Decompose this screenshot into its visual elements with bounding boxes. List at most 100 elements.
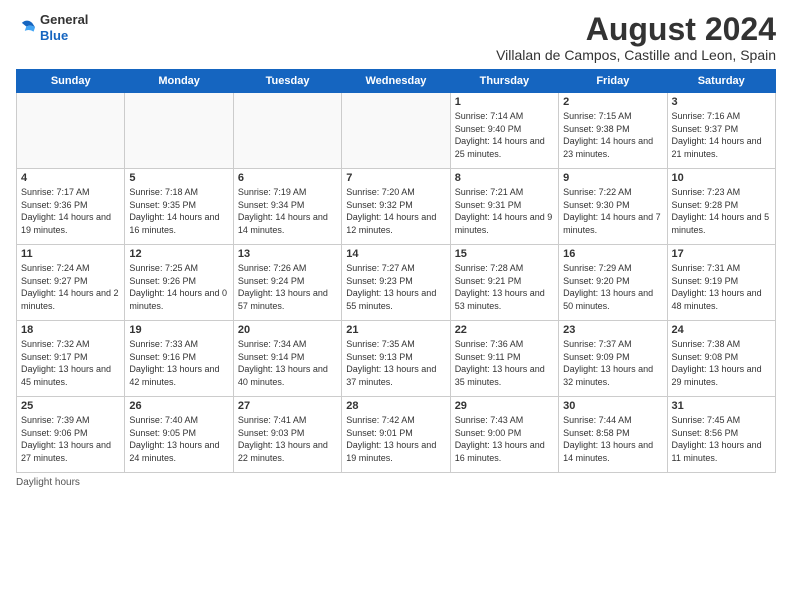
day-header-friday: Friday [559,70,667,93]
day-number: 31 [672,400,771,412]
calendar-cell: 8 Sunrise: 7:21 AM Sunset: 9:31 PM Daylig… [450,169,558,245]
page-subtitle: Villalan de Campos, Castille and Leon, S… [496,47,776,63]
calendar-cell: 16 Sunrise: 7:29 AM Sunset: 9:20 PM Dayli… [559,245,667,321]
calendar-cell: 10 Sunrise: 7:23 AM Sunset: 9:28 PM Dayli… [667,169,775,245]
day-number: 13 [238,248,337,260]
day-info: Sunrise: 7:35 AM Sunset: 9:13 PM Dayligh… [346,338,445,388]
day-info: Sunrise: 7:23 AM Sunset: 9:28 PM Dayligh… [672,186,771,236]
day-info: Sunrise: 7:26 AM Sunset: 9:24 PM Dayligh… [238,262,337,312]
calendar-cell: 23Sunrise: 7:37 AM Sunset: 9:09 PM Dayli… [559,321,667,397]
day-number: 10 [672,172,771,184]
day-number: 7 [346,172,445,184]
day-number: 11 [21,248,120,260]
day-info: Sunrise: 7:36 AM Sunset: 9:11 PM Dayligh… [455,338,554,388]
calendar-cell: 19 Sunrise: 7:33 AM Sunset: 9:16 PM Dayli… [125,321,233,397]
calendar-week-1: 4Sunrise: 7:17 AM Sunset: 9:36 PM Daylig… [17,169,776,245]
calendar-cell [125,93,233,169]
day-info: Sunrise: 7:22 AM Sunset: 9:30 PM Dayligh… [563,186,662,236]
day-info: Sunrise: 7:34 AM Sunset: 9:14 PM Dayligh… [238,338,337,388]
page-title: August 2024 [496,12,776,47]
calendar-cell: 27Sunrise: 7:41 AM Sunset: 9:03 PM Dayli… [233,397,341,473]
calendar-cell: 30 Sunrise: 7:44 AM Sunset: 8:58 PM Dayli… [559,397,667,473]
calendar-cell: 20 Sunrise: 7:34 AM Sunset: 9:14 PM Dayli… [233,321,341,397]
calendar-cell: 24 Sunrise: 7:38 AM Sunset: 9:08 PM Dayli… [667,321,775,397]
day-number: 20 [238,324,337,336]
day-number: 12 [129,248,228,260]
day-number: 19 [129,324,228,336]
day-number: 18 [21,324,120,336]
day-number: 2 [563,96,662,108]
day-header-tuesday: Tuesday [233,70,341,93]
day-number: 26 [129,400,228,412]
logo: General Blue [16,12,88,43]
day-info: Sunrise: 7:32 AM Sunset: 9:17 PM Dayligh… [21,338,120,388]
day-number: 16 [563,248,662,260]
day-number: 17 [672,248,771,260]
calendar-cell: 6Sunrise: 7:19 AM Sunset: 9:34 PM Daylig… [233,169,341,245]
calendar-cell: 2Sunrise: 7:15 AM Sunset: 9:38 PM Daylig… [559,93,667,169]
day-header-thursday: Thursday [450,70,558,93]
day-number: 23 [563,324,662,336]
calendar-cell: 12 Sunrise: 7:25 AM Sunset: 9:26 PM Dayli… [125,245,233,321]
calendar-cell: 3 Sunrise: 7:16 AM Sunset: 9:37 PM Daylig… [667,93,775,169]
day-info: Sunrise: 7:38 AM Sunset: 9:08 PM Dayligh… [672,338,771,388]
calendar-cell: 17Sunrise: 7:31 AM Sunset: 9:19 PM Dayli… [667,245,775,321]
day-number: 1 [455,96,554,108]
day-number: 14 [346,248,445,260]
day-info: Sunrise: 7:43 AM Sunset: 9:00 PM Dayligh… [455,414,554,464]
calendar-cell: 28Sunrise: 7:42 AM Sunset: 9:01 PM Dayli… [342,397,450,473]
day-info: Sunrise: 7:39 AM Sunset: 9:06 PM Dayligh… [21,414,120,464]
title-block: August 2024 Villalan de Campos, Castille… [496,12,776,63]
day-info: Sunrise: 7:25 AM Sunset: 9:26 PM Dayligh… [129,262,228,312]
day-info: Sunrise: 7:20 AM Sunset: 9:32 PM Dayligh… [346,186,445,236]
day-number: 21 [346,324,445,336]
day-number: 3 [672,96,771,108]
day-info: Sunrise: 7:17 AM Sunset: 9:36 PM Dayligh… [21,186,120,236]
day-number: 30 [563,400,662,412]
calendar-header-row: SundayMondayTuesdayWednesdayThursdayFrid… [17,70,776,93]
calendar-cell: 7 Sunrise: 7:20 AM Sunset: 9:32 PM Daylig… [342,169,450,245]
calendar-cell: 15 Sunrise: 7:28 AM Sunset: 9:21 PM Dayli… [450,245,558,321]
day-info: Sunrise: 7:29 AM Sunset: 9:20 PM Dayligh… [563,262,662,312]
day-info: Sunrise: 7:44 AM Sunset: 8:58 PM Dayligh… [563,414,662,464]
calendar-cell: 26 Sunrise: 7:40 AM Sunset: 9:05 PM Dayli… [125,397,233,473]
day-info: Sunrise: 7:21 AM Sunset: 9:31 PM Dayligh… [455,186,554,236]
calendar-table: SundayMondayTuesdayWednesdayThursdayFrid… [16,69,776,473]
day-number: 22 [455,324,554,336]
logo-text: General Blue [40,12,88,43]
day-info: Sunrise: 7:40 AM Sunset: 9:05 PM Dayligh… [129,414,228,464]
day-info: Sunrise: 7:16 AM Sunset: 9:37 PM Dayligh… [672,110,771,160]
day-info: Sunrise: 7:24 AM Sunset: 9:27 PM Dayligh… [21,262,120,312]
day-header-monday: Monday [125,70,233,93]
calendar-cell: 22 Sunrise: 7:36 AM Sunset: 9:11 PM Dayli… [450,321,558,397]
calendar-cell: 5 Sunrise: 7:18 AM Sunset: 9:35 PM Daylig… [125,169,233,245]
day-info: Sunrise: 7:18 AM Sunset: 9:35 PM Dayligh… [129,186,228,236]
calendar-cell [17,93,125,169]
day-number: 24 [672,324,771,336]
calendar-cell: 14Sunrise: 7:27 AM Sunset: 9:23 PM Dayli… [342,245,450,321]
day-info: Sunrise: 7:33 AM Sunset: 9:16 PM Dayligh… [129,338,228,388]
calendar-week-3: 18 Sunrise: 7:32 AM Sunset: 9:17 PM Dayli… [17,321,776,397]
logo-general: General [40,12,88,27]
calendar-cell: 9Sunrise: 7:22 AM Sunset: 9:30 PM Daylig… [559,169,667,245]
day-info: Sunrise: 7:28 AM Sunset: 9:21 PM Dayligh… [455,262,554,312]
calendar-cell: 11 Sunrise: 7:24 AM Sunset: 9:27 PM Dayli… [17,245,125,321]
day-number: 27 [238,400,337,412]
day-info: Sunrise: 7:19 AM Sunset: 9:34 PM Dayligh… [238,186,337,236]
calendar-cell: 21 Sunrise: 7:35 AM Sunset: 9:13 PM Dayli… [342,321,450,397]
calendar-cell: 25 Sunrise: 7:39 AM Sunset: 9:06 PM Dayli… [17,397,125,473]
page: General Blue August 2024 Villalan de Cam… [0,0,792,612]
day-header-saturday: Saturday [667,70,775,93]
day-info: Sunrise: 7:42 AM Sunset: 9:01 PM Dayligh… [346,414,445,464]
calendar-cell [342,93,450,169]
footer: Daylight hours [16,477,776,488]
day-number: 15 [455,248,554,260]
day-number: 29 [455,400,554,412]
day-number: 25 [21,400,120,412]
calendar-cell: 29 Sunrise: 7:43 AM Sunset: 9:00 PM Dayli… [450,397,558,473]
calendar-cell: 13 Sunrise: 7:26 AM Sunset: 9:24 PM Dayli… [233,245,341,321]
day-number: 8 [455,172,554,184]
day-number: 5 [129,172,228,184]
calendar-cell: 4Sunrise: 7:17 AM Sunset: 9:36 PM Daylig… [17,169,125,245]
day-header-wednesday: Wednesday [342,70,450,93]
